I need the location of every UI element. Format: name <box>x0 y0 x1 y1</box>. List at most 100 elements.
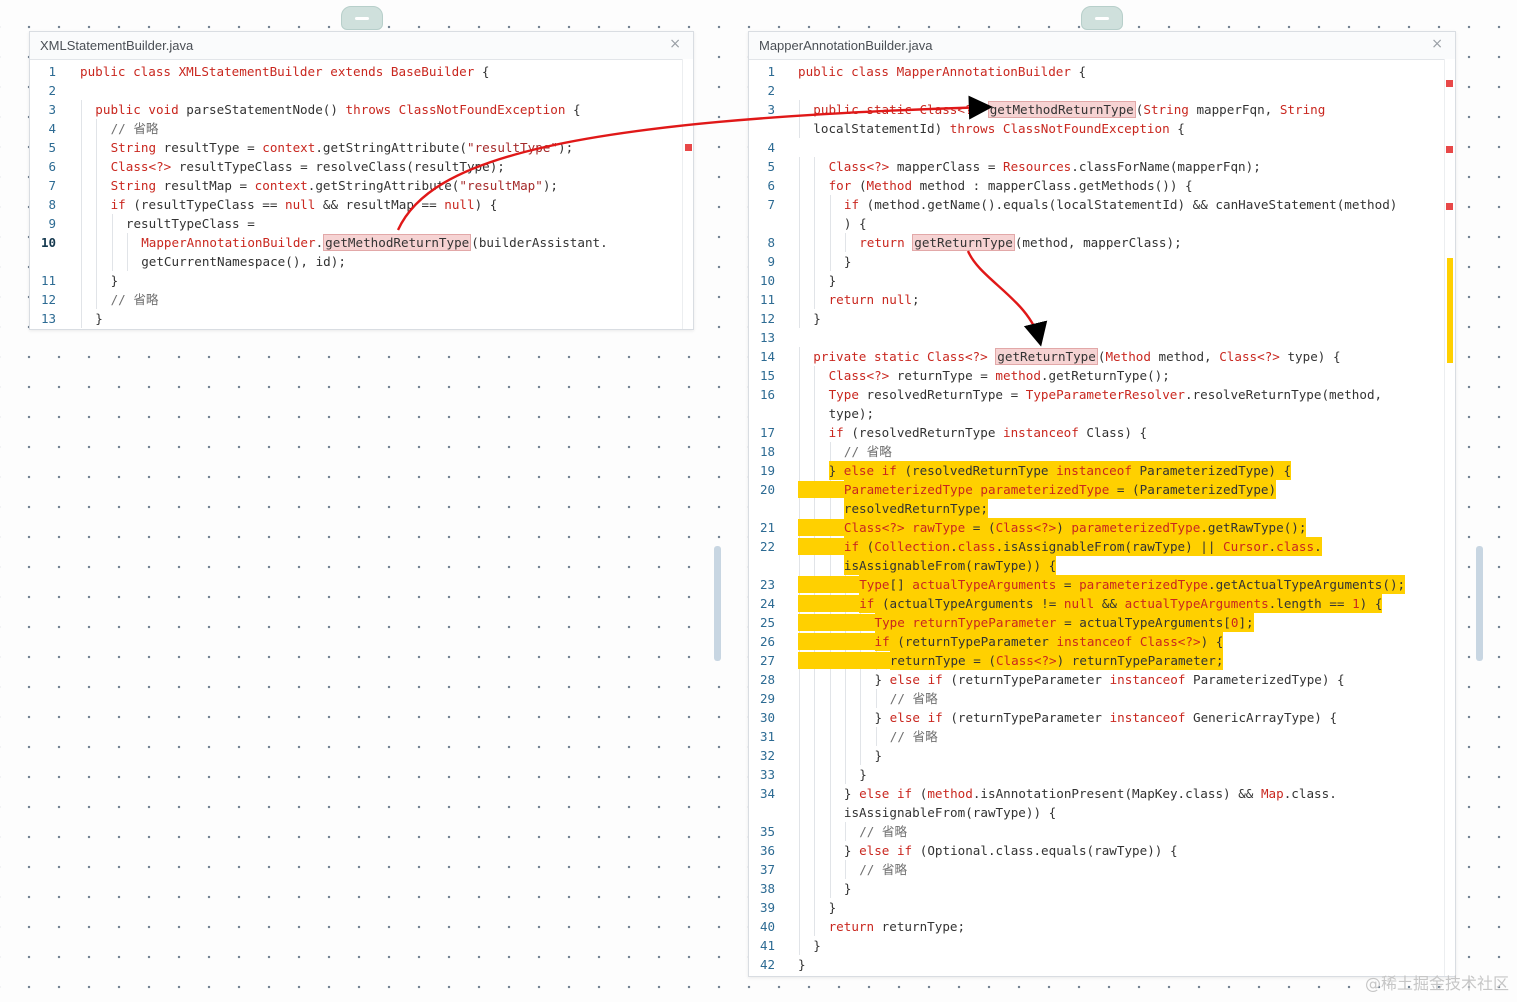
method-reference[interactable]: getMethodReturnType <box>987 101 1136 118</box>
code-line: 38} <box>749 879 1443 898</box>
indent-guide <box>799 366 800 385</box>
indent-guide <box>799 404 800 423</box>
line-number: 5 <box>767 159 775 174</box>
code-text: } <box>813 309 821 328</box>
indent-guide <box>875 689 877 708</box>
indent-guide <box>799 176 800 195</box>
code-text: String resultMap = context.getStringAttr… <box>111 176 558 195</box>
code-token: . <box>1268 539 1277 554</box>
code-token: } <box>813 311 821 326</box>
code-token: (resolvedReturnType <box>904 463 1057 478</box>
indent-guide <box>799 670 800 689</box>
code-text: public static Class<?> getMethodReturnTy… <box>813 100 1325 119</box>
code-text: } <box>844 879 852 898</box>
line-number: 18 <box>759 444 775 459</box>
code-line: 29 // 省略 <box>749 689 1443 708</box>
code-token: if <box>874 634 898 649</box>
indent-guide <box>81 119 82 138</box>
code-line: 41} <box>749 936 1443 955</box>
indent-guide <box>814 176 816 195</box>
resize-handle-right[interactable] <box>1476 546 1483 661</box>
code-text: Type resolvedReturnType = TypeParameterR… <box>829 385 1383 404</box>
code-token: method, <box>1158 349 1220 364</box>
code-line: 34} else if (method.isAnnotationPresent(… <box>749 784 1443 803</box>
code-token: Resources <box>1003 159 1072 174</box>
indent-guide <box>814 271 816 290</box>
indent-guide <box>799 822 800 841</box>
indent-guide <box>829 499 831 518</box>
code-token: } <box>843 786 860 801</box>
code-text: } <box>829 898 837 917</box>
code-text: Class<?> rawType = (Class<?>) parameteri… <box>843 518 1307 537</box>
code-text: // 省略 <box>890 689 938 708</box>
code-line: 7 if (method.getName().equals(localStatem… <box>749 195 1443 214</box>
code-text: } else if (returnTypeParameter instanceo… <box>875 670 1345 689</box>
line-number: 16 <box>759 387 775 402</box>
code-text: } else if (Optional.class.equals(rawType… <box>844 841 1178 860</box>
code-token: (returnTypeParameter <box>950 710 1110 725</box>
code-token: instanceof <box>1109 710 1193 725</box>
indent-guide <box>829 822 831 841</box>
code-token: Class<?> <box>995 653 1057 668</box>
code-token: } <box>110 273 119 288</box>
indent-guide <box>96 271 98 290</box>
code-token: . <box>1314 539 1322 554</box>
resize-handle-left[interactable] <box>714 546 721 661</box>
code-token: for <box>828 178 859 193</box>
scrollbar[interactable] <box>1444 59 1455 976</box>
code-token: (resultTypeClass == <box>133 197 285 212</box>
code-token: . <box>950 539 958 554</box>
indent-guide <box>814 252 816 271</box>
code-text: ParameterizedType parameterizedType = (P… <box>843 480 1277 499</box>
highlight-band <box>798 519 844 536</box>
code-text: } <box>859 765 867 784</box>
code-token: parseStatementNode() <box>186 102 346 117</box>
code-token: return <box>859 235 913 250</box>
panel-drag-handle[interactable] <box>1081 6 1123 30</box>
code-token: public void <box>95 102 187 117</box>
code-token: ClassNotFoundException <box>1002 121 1170 136</box>
code-token: ( <box>858 178 867 193</box>
code-line: 37 // 省略 <box>749 860 1443 879</box>
indent-guide <box>799 765 800 784</box>
indent-guide <box>844 822 846 841</box>
indent-guide <box>799 252 800 271</box>
code-token: resultType = <box>163 140 263 155</box>
indent-guide <box>814 860 816 879</box>
code-token: (builderAssistant. <box>471 235 608 250</box>
scrollbar[interactable] <box>682 59 693 329</box>
method-reference[interactable]: getReturnType <box>995 348 1098 365</box>
code-token: Type <box>828 387 867 402</box>
code-text: } <box>111 271 119 290</box>
indent-guide <box>799 271 800 290</box>
code-text: isAssignableFrom(rawType)) { <box>843 556 1057 575</box>
indent-guide <box>844 708 846 727</box>
code-token: TypeParameterResolver <box>1025 387 1185 402</box>
code-token: class <box>957 539 996 554</box>
panel-drag-handle[interactable] <box>341 6 383 30</box>
code-line: 19} else if (resolvedReturnType instance… <box>749 461 1443 480</box>
code-line: 39} <box>749 898 1443 917</box>
close-icon[interactable]: × <box>669 36 681 52</box>
indent-guide <box>814 195 816 214</box>
code-token: class <box>1276 539 1315 554</box>
indent-guide <box>96 214 98 233</box>
code-token: isAssignableFrom(rawType)) { <box>843 558 1057 573</box>
code-text: if (resultTypeClass == null && resultMap… <box>111 195 498 214</box>
method-reference[interactable]: getMethodReturnType <box>323 234 472 251</box>
code-token: { <box>1070 64 1087 79</box>
code-token: parameterizedType <box>980 482 1110 497</box>
indent-guide <box>799 784 800 803</box>
close-icon[interactable]: × <box>1431 36 1443 52</box>
line-number: 13 <box>759 330 775 345</box>
file-title: MapperAnnotationBuilder.java <box>759 38 933 53</box>
code-token: mapperClass = <box>896 159 1003 174</box>
code-token: Class<?> <box>919 102 988 117</box>
code-token: Type <box>874 615 913 630</box>
code-token: .getReturnType(); <box>1040 368 1170 383</box>
code-token: else if <box>843 463 905 478</box>
line-number: 37 <box>759 862 775 877</box>
code-text: if (Collection.class.isAssignableFrom(ra… <box>843 537 1322 556</box>
method-reference[interactable]: getReturnType <box>912 234 1015 251</box>
code-token: Class<?> <box>110 159 179 174</box>
